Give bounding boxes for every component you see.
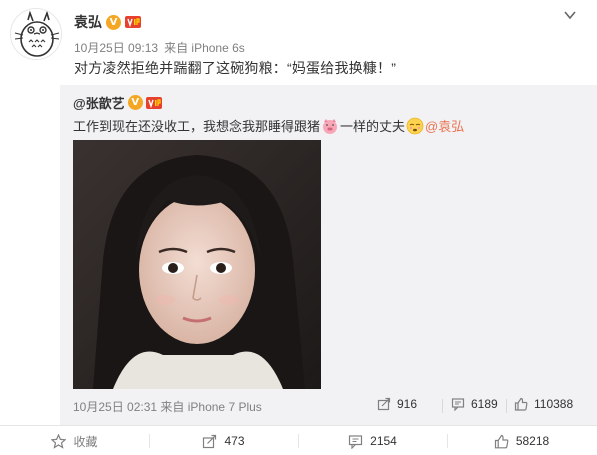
post-menu-button[interactable] [563, 8, 577, 22]
action-bar: 收藏 473 2154 58218 [0, 425, 597, 455]
repost-footer: 10月25日 02:31 来自 iPhone 7 Plus 916 6189 1… [73, 397, 583, 415]
comment-icon [451, 398, 465, 411]
forward-icon [203, 434, 217, 448]
post-time[interactable]: 10月25日 09:13 [74, 39, 158, 56]
comment-icon [349, 434, 363, 449]
author-avatar[interactable] [10, 8, 62, 60]
favorite-button[interactable]: 收藏 [0, 426, 149, 455]
forward-icon [377, 397, 391, 411]
repost-card: @张歆艺 V 工作到现在还没收工，我想念我那睡得跟猪 一样的丈夫 @袁弘 10月… [60, 85, 597, 425]
repost-text-middle: 一样的丈夫 [340, 119, 406, 134]
verified-v-badge-icon[interactable]: V [127, 95, 143, 110]
repost-author-name[interactable]: @张歆艺 [73, 93, 125, 112]
sleepy-face-emoji-icon [406, 117, 424, 135]
forward-button[interactable]: 473 [149, 426, 298, 455]
pig-emoji-icon [321, 117, 339, 135]
chevron-down-icon [564, 11, 576, 20]
repost-like-button[interactable]: 110388 [514, 397, 573, 411]
post-source: 来自 iPhone 6s [164, 41, 245, 55]
totoro-avatar-icon [11, 9, 61, 59]
forward-count: 473 [224, 434, 245, 448]
comment-button[interactable]: 2154 [298, 426, 447, 455]
repost-photo[interactable] [73, 140, 321, 389]
repost-text-before: 工作到现在还没收工，我想念我那睡得跟猪 [73, 119, 321, 134]
repost-like-count: 110388 [534, 397, 574, 411]
repost-forward-button[interactable]: 916 [377, 397, 417, 411]
mention-link[interactable]: @袁弘 [425, 116, 464, 135]
repost-comment-button[interactable]: 6189 [451, 397, 498, 411]
vip-badge-icon[interactable] [125, 15, 141, 29]
vip-badge-icon[interactable] [145, 96, 162, 110]
like-button[interactable]: 58218 [447, 426, 596, 455]
post-text: 对方凌然拒绝并踹翻了这碗狗粮：“妈蛋给我换糠！” [74, 60, 397, 76]
divider [506, 399, 507, 413]
thumbs-up-icon [514, 397, 528, 411]
divider [442, 399, 443, 413]
thumbs-up-icon [494, 434, 509, 448]
like-count: 58218 [515, 434, 550, 448]
weibo-post: 袁弘 V 10月25日 09:13 来自 iPhone 6s 对方凌然拒绝并踹翻… [0, 0, 597, 455]
repost-forward-count: 916 [397, 397, 418, 411]
favorite-label: 收藏 [73, 434, 98, 449]
comment-count: 2154 [370, 434, 397, 448]
author-row: 袁弘 V [74, 13, 141, 31]
repost-source: 来自 iPhone 7 Plus [160, 400, 262, 414]
author-name[interactable]: 袁弘 [74, 12, 102, 32]
verified-v-badge-icon[interactable]: V [106, 14, 121, 30]
repost-comment-count: 6189 [471, 397, 498, 411]
post-meta: 10月25日 09:13 来自 iPhone 6s [74, 39, 245, 56]
repost-time[interactable]: 10月25日 02:31 [73, 400, 157, 414]
repost-text: 工作到现在还没收工，我想念我那睡得跟猪 一样的丈夫 @袁弘 [73, 116, 464, 135]
star-icon [51, 433, 67, 449]
repost-author-row: @张歆艺 V [73, 93, 162, 112]
repost-time-source: 10月25日 02:31 来自 iPhone 7 Plus [73, 398, 262, 415]
